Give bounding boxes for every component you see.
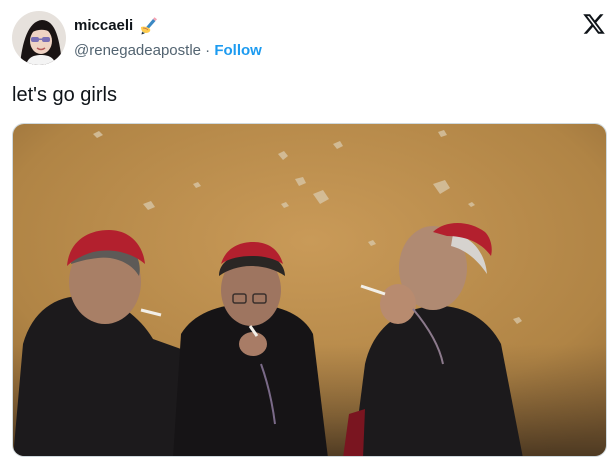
author-display-name[interactable]: miccaeli — [74, 17, 133, 34]
media-photo — [13, 124, 606, 456]
tweet-text: let's go girls — [12, 84, 117, 106]
author-name-row[interactable]: miccaeli — [74, 15, 159, 35]
tweet-media[interactable] — [12, 123, 607, 457]
follow-button[interactable]: Follow — [214, 42, 262, 59]
avatar-image — [12, 11, 66, 65]
handle-row: @renegadeapostle · Follow — [74, 42, 262, 59]
avatar[interactable] — [12, 11, 66, 65]
author-handle[interactable]: @renegadeapostle — [74, 42, 201, 59]
tweet-card: miccaeli @renegadeapostle · Follow let's… — [0, 0, 614, 465]
separator-dot: · — [205, 42, 211, 59]
x-logo-icon[interactable] — [582, 12, 606, 36]
writing-hand-icon — [139, 15, 159, 35]
